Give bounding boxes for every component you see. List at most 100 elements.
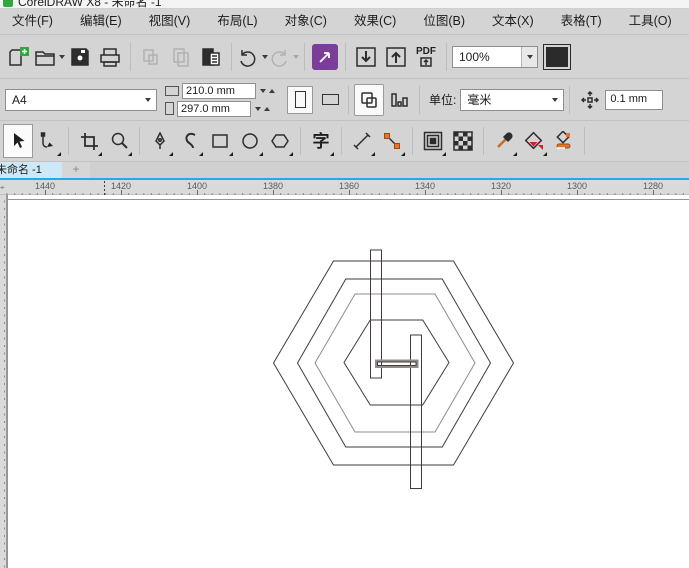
tool-zoom[interactable] xyxy=(104,124,134,158)
menu-object[interactable]: 对象(C) xyxy=(275,9,337,34)
contour-tool-icon xyxy=(423,131,443,151)
page-width-icon xyxy=(165,85,179,96)
open-button[interactable] xyxy=(34,41,65,73)
page-width-field[interactable]: 210.0 mm xyxy=(182,82,256,99)
units-combobox[interactable]: 毫米 xyxy=(460,88,565,111)
toolbox-separator xyxy=(483,127,484,155)
chevron-down-icon xyxy=(526,54,533,59)
pen-tool-icon xyxy=(155,132,165,149)
portrait-button[interactable] xyxy=(287,85,313,114)
print-icon xyxy=(100,47,120,67)
hexagon-shape[interactable] xyxy=(272,260,515,466)
tool-polygon[interactable] xyxy=(265,124,295,158)
welcome-screen-button[interactable] xyxy=(310,41,340,73)
document-tab-label: 未命名 -1 xyxy=(0,164,42,176)
full-screen-preview-button[interactable] xyxy=(546,46,568,67)
standard-toolbar: PDF 100% xyxy=(0,35,689,79)
coreldraw-window: CorelDRAW X8 - 未命名 -1 文件(F) 编辑(E) 视图(V) … xyxy=(0,0,689,568)
drawing-shapes-layer xyxy=(7,195,689,568)
interactive-fill-tool-icon xyxy=(524,131,543,150)
polygon-tool-icon xyxy=(271,134,289,148)
tool-contour[interactable] xyxy=(418,124,448,158)
tool-color-eyedropper[interactable] xyxy=(489,124,519,158)
nudge-distance-field[interactable]: 0.1 mm xyxy=(605,89,664,110)
rectangle-shape[interactable] xyxy=(375,359,419,368)
current-page-button[interactable] xyxy=(384,84,414,116)
new-document-button[interactable] xyxy=(4,41,34,73)
menu-file[interactable]: 文件(F) xyxy=(2,9,63,34)
tool-smart-fill[interactable] xyxy=(549,124,579,158)
tool-crop[interactable] xyxy=(74,124,104,158)
tool-transparency[interactable] xyxy=(448,124,478,158)
tool-shape[interactable] xyxy=(33,124,63,158)
tool-text[interactable]: 字 xyxy=(306,124,336,158)
toolbar-separator xyxy=(304,42,305,71)
menu-layout[interactable]: 布局(L) xyxy=(207,9,267,34)
window-title: CorelDRAW X8 - 未命名 -1 xyxy=(18,0,162,9)
import-icon xyxy=(356,46,376,67)
smart-fill-tool-icon xyxy=(556,131,571,149)
vertical-ruler[interactable] xyxy=(0,195,7,568)
tool-pick[interactable] xyxy=(3,124,33,158)
ruler-ticks: 1440 1420 1400 1380 1360 1340 1320 1300 1280 xyxy=(6,181,684,195)
page-size-preset-value: A4 xyxy=(12,92,27,107)
tool-b-spline[interactable] xyxy=(175,124,205,158)
menu-effects[interactable]: 效果(C) xyxy=(344,9,406,34)
current-page-icon xyxy=(391,92,408,107)
ellipse-tool-icon xyxy=(242,133,258,149)
toolbox-separator xyxy=(412,127,413,155)
page-height-spinner[interactable] xyxy=(255,106,270,111)
print-button[interactable] xyxy=(95,41,125,73)
spinner-up-icon xyxy=(269,88,275,93)
all-pages-button[interactable] xyxy=(354,83,384,116)
document-tab-active[interactable]: 未命名 -1 xyxy=(0,162,62,178)
publish-to-pdf-button[interactable]: PDF xyxy=(411,41,441,73)
menu-bitmaps[interactable]: 位图(B) xyxy=(413,9,475,34)
tool-ellipse[interactable] xyxy=(235,124,265,158)
landscape-icon xyxy=(321,94,339,105)
undo-button[interactable] xyxy=(237,41,268,73)
tool-connector[interactable] xyxy=(377,124,407,158)
save-icon xyxy=(71,47,89,66)
tool-rectangle[interactable] xyxy=(205,124,235,158)
page-preset-dropdown-button[interactable] xyxy=(140,90,156,110)
units-dropdown-button[interactable] xyxy=(547,90,563,110)
b-spline-tool-icon xyxy=(185,132,196,149)
drawing-canvas[interactable] xyxy=(0,195,689,568)
import-button[interactable] xyxy=(351,41,381,73)
paste-button[interactable] xyxy=(196,41,226,73)
page-height-field[interactable]: 297.0 mm xyxy=(177,100,251,117)
undo-icon xyxy=(240,49,256,67)
horizontal-ruler[interactable]: ⌖ 1440 1420 1400 1380 1360 1340 1320 1300 1280 xyxy=(0,180,689,195)
hexagon-shape[interactable] xyxy=(314,293,476,433)
page-size-preset-combobox[interactable]: A4 xyxy=(5,88,157,111)
spinner-up-icon xyxy=(264,106,270,111)
toolbar-separator xyxy=(345,42,346,71)
zoom-level-combobox[interactable]: 100% xyxy=(452,45,538,68)
rectangle-tool-icon xyxy=(212,134,228,148)
menu-table[interactable]: 表格(T) xyxy=(551,9,612,34)
menu-tools[interactable]: 工具(O) xyxy=(619,9,682,34)
tool-interactive-fill[interactable] xyxy=(519,124,549,158)
tool-pen[interactable] xyxy=(145,124,175,158)
property-bar: A4 210.0 mm 297.0 mm 单位: 毫米 0.1 mm xyxy=(0,79,689,121)
rectangle-shape[interactable] xyxy=(370,249,382,379)
menu-view[interactable]: 视图(V) xyxy=(139,9,201,34)
landscape-button[interactable] xyxy=(317,86,343,114)
menu-edit[interactable]: 编辑(E) xyxy=(70,9,132,34)
menu-text[interactable]: 文本(X) xyxy=(482,9,544,34)
cut-icon xyxy=(143,48,158,65)
hexagon-shape[interactable] xyxy=(296,278,492,448)
page-width-spinner[interactable] xyxy=(260,88,275,93)
zoom-level-dropdown-button[interactable] xyxy=(521,46,537,67)
svg-text:1320: 1320 xyxy=(491,181,511,191)
save-button[interactable] xyxy=(65,41,95,73)
tool-parallel-dimension[interactable] xyxy=(347,124,377,158)
cut-button xyxy=(136,41,166,73)
new-document-tab-button[interactable]: + xyxy=(62,162,90,178)
toolbox: 字 xyxy=(0,121,689,162)
redo-dropdown-arrow-icon xyxy=(293,54,299,59)
export-button[interactable] xyxy=(381,41,411,73)
toolbar-separator xyxy=(231,42,232,71)
shape-tool-icon xyxy=(40,132,53,148)
